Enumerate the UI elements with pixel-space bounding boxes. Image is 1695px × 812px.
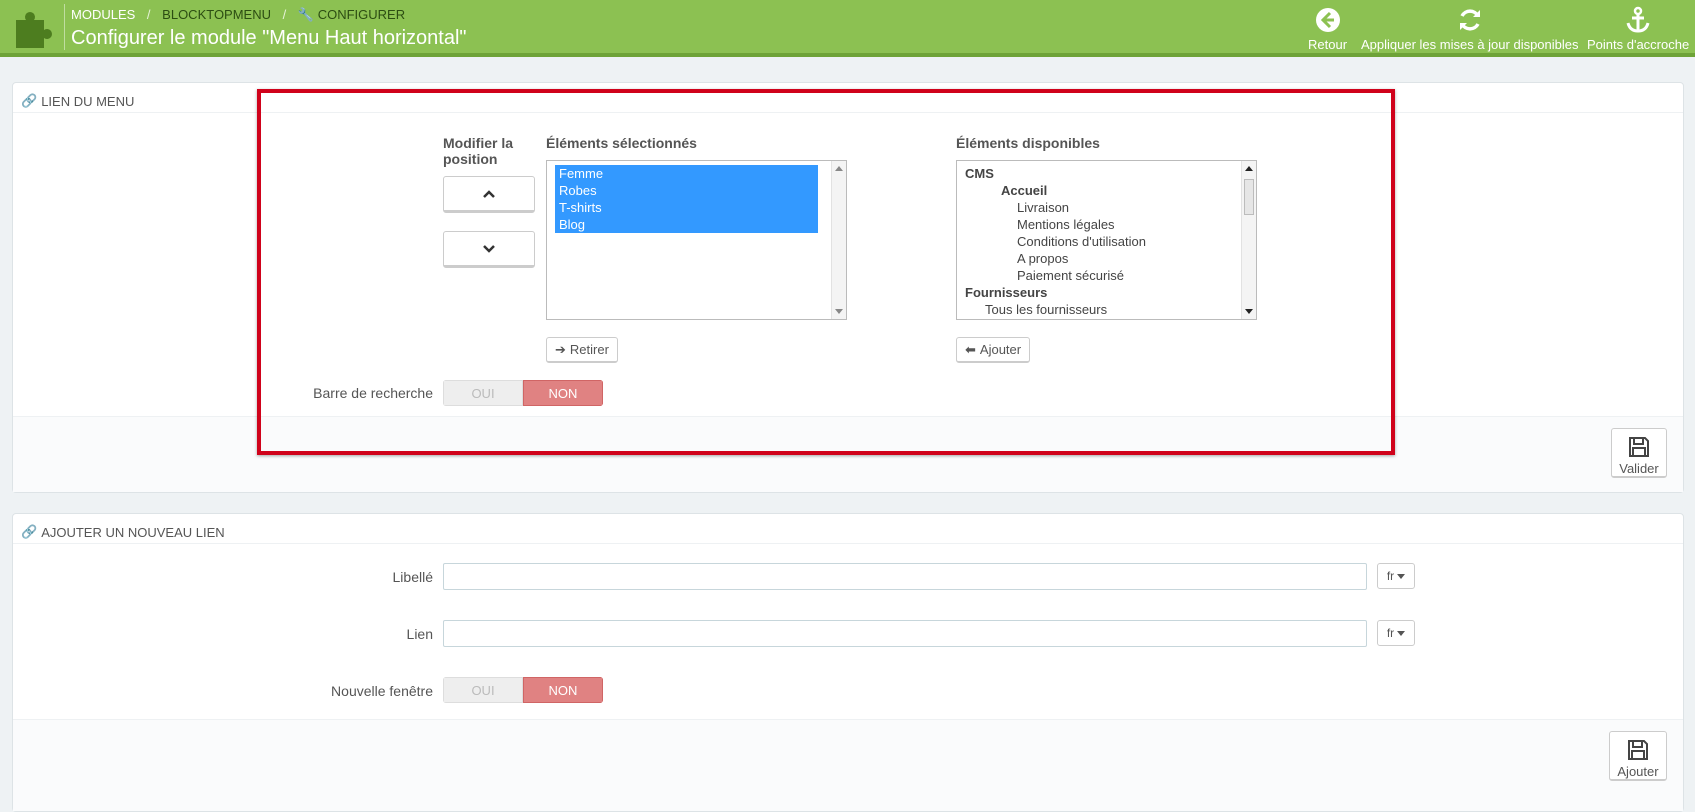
page-header: MODULES / BLOCKTOPMENU / 🔧 CONFIGURER Co…	[0, 0, 1695, 57]
new-window-label: Nouvelle fenêtre	[331, 683, 433, 699]
new-window-switch[interactable]: OUI NON	[443, 677, 603, 703]
available-item[interactable]: Fournisseurs	[965, 284, 1047, 301]
breadcrumb-modules[interactable]: MODULES	[71, 7, 135, 22]
scroll-up-arrow-icon[interactable]	[835, 166, 843, 171]
arrow-left-icon: ⬅	[965, 341, 976, 357]
chevron-up-icon	[483, 189, 495, 198]
selected-item[interactable]: Femme	[555, 165, 818, 182]
search-bar-label: Barre de recherche	[313, 385, 433, 401]
search-bar-switch[interactable]: OUI NON	[443, 380, 603, 406]
floppy-disk-icon	[1629, 437, 1649, 457]
link-icon: 🔗	[21, 93, 38, 108]
refresh-icon	[1459, 9, 1480, 31]
panel-heading-text: LIEN DU MENU	[41, 93, 135, 109]
menu-link-panel: 🔗 LIEN DU MENU Modifier la position Élém…	[12, 82, 1684, 493]
header-divider	[64, 4, 65, 50]
switch-no-option[interactable]: NON	[523, 380, 603, 406]
scroll-up-arrow-icon[interactable]	[1245, 166, 1253, 171]
apply-updates-label: Appliquer les mises à jour disponibles	[1361, 37, 1579, 52]
scroll-down-arrow-icon[interactable]	[835, 309, 843, 314]
back-button[interactable]: Retour	[1308, 6, 1347, 52]
arrow-right-icon: ➔	[555, 341, 566, 357]
breadcrumb: MODULES / BLOCKTOPMENU / 🔧 CONFIGURER	[71, 7, 405, 23]
scroll-thumb[interactable]	[1244, 179, 1254, 215]
position-title-line: position	[443, 151, 498, 167]
available-item[interactable]: A propos	[1017, 250, 1068, 267]
caret-down-icon	[1397, 573, 1406, 579]
breadcrumb-configure: 🔧 CONFIGURER	[298, 7, 405, 22]
panel-heading-text: AJOUTER UN NOUVEAU LIEN	[41, 524, 225, 540]
save-button[interactable]: Valider	[1611, 428, 1667, 478]
caret-down-icon	[1397, 630, 1406, 636]
link-input[interactable]	[443, 620, 1367, 647]
panel-heading: 🔗 AJOUTER UN NOUVEAU LIEN	[13, 514, 1683, 544]
available-items-list[interactable]: CMS Accueil Livraison Mentions légales C…	[956, 160, 1257, 320]
save-button-label: Valider	[1619, 461, 1659, 476]
breadcrumb-configure-label: CONFIGURER	[317, 7, 406, 22]
available-items-title: Éléments disponibles	[956, 135, 1100, 151]
anchor-icon	[1626, 6, 1650, 33]
available-list-scrollbar[interactable]	[1241, 161, 1256, 319]
label-field-label: Libellé	[392, 569, 433, 585]
position-title-line: Modifier la	[443, 135, 514, 151]
available-item[interactable]: Conditions d'utilisation	[1017, 233, 1146, 250]
back-circle-icon	[1315, 8, 1340, 32]
hooks-button[interactable]: Points d'accroche	[1587, 6, 1689, 52]
link-field-label: Lien	[406, 626, 433, 642]
panel-footer: Ajouter	[13, 719, 1683, 811]
panel-heading: 🔗 LIEN DU MENU	[13, 83, 1683, 113]
breadcrumb-module-name[interactable]: BLOCKTOPMENU	[162, 7, 271, 22]
label-input[interactable]	[443, 563, 1367, 590]
selected-item[interactable]: T-shirts	[555, 199, 818, 216]
puzzle-icon	[16, 12, 52, 48]
remove-button[interactable]: ➔ Retirer	[546, 337, 618, 363]
move-up-button[interactable]	[443, 176, 535, 213]
panel-footer: Valider	[13, 416, 1683, 492]
chevron-down-icon	[483, 244, 495, 253]
page-title: Configurer le module "Menu Haut horizont…	[71, 27, 467, 49]
switch-yes-option[interactable]: OUI	[443, 677, 523, 703]
language-code: fr	[1386, 569, 1395, 583]
hooks-label: Points d'accroche	[1587, 37, 1690, 52]
selected-items-title: Éléments sélectionnés	[546, 135, 697, 151]
wrench-icon: 🔧	[297, 7, 315, 22]
available-item[interactable]: Accueil	[1001, 182, 1047, 199]
available-item[interactable]: Tous les fournisseurs	[985, 301, 1107, 318]
switch-yes-option[interactable]: OUI	[443, 380, 523, 406]
remove-button-label: Retirer	[569, 342, 609, 357]
available-item[interactable]: Mentions légales	[1017, 216, 1115, 233]
selected-item[interactable]: Robes	[555, 182, 818, 199]
breadcrumb-separator: /	[282, 7, 287, 22]
selected-item[interactable]: Blog	[555, 216, 818, 233]
add-button[interactable]: ⬅ Ajouter	[956, 337, 1031, 363]
breadcrumb-separator: /	[146, 7, 151, 22]
language-code: fr	[1386, 626, 1395, 640]
selected-list-scrollbar[interactable]	[831, 161, 846, 319]
submit-add-button[interactable]: Ajouter	[1609, 731, 1667, 781]
available-item[interactable]: Livraison	[1017, 199, 1069, 216]
submit-add-label: Ajouter	[1617, 764, 1659, 779]
apply-updates-button[interactable]: Appliquer les mises à jour disponibles	[1361, 6, 1579, 52]
available-item[interactable]: CMS	[965, 165, 994, 182]
scroll-down-arrow-icon[interactable]	[1245, 309, 1253, 314]
add-button-label: Ajouter	[979, 342, 1022, 357]
new-link-panel: 🔗 AJOUTER UN NOUVEAU LIEN Libellé fr Lie…	[12, 513, 1684, 812]
back-button-label: Retour	[1308, 37, 1348, 52]
language-dropdown[interactable]: fr	[1377, 563, 1415, 589]
language-dropdown[interactable]: fr	[1377, 620, 1415, 646]
link-icon: 🔗	[21, 524, 38, 539]
move-down-button[interactable]	[443, 231, 535, 268]
switch-no-option[interactable]: NON	[523, 677, 603, 703]
position-title: Modifier la position	[443, 135, 513, 167]
available-item[interactable]: Paiement sécurisé	[1017, 267, 1124, 284]
floppy-disk-icon	[1628, 740, 1648, 760]
selected-items-list[interactable]: Femme Robes T-shirts Blog	[546, 160, 847, 320]
